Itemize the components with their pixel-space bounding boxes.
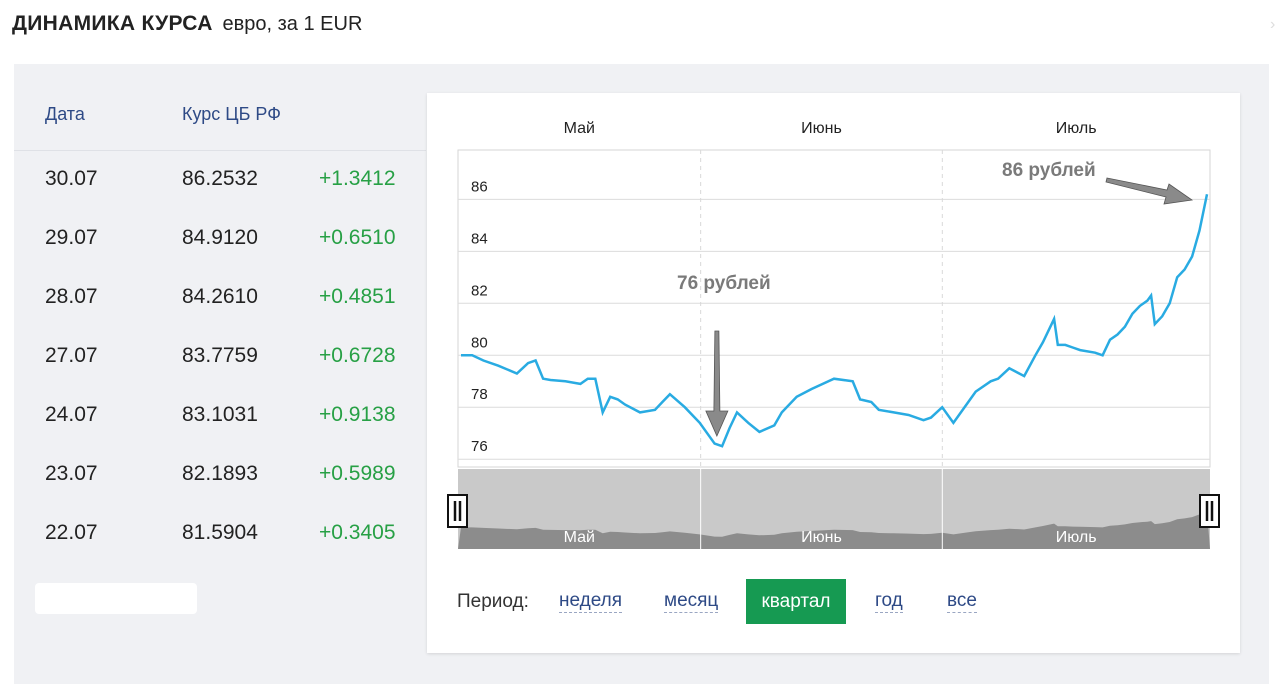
y-tick-label: 80 [471,334,488,351]
row-date: 24.07 [45,403,98,426]
rates-table: Дата Курс ЦБ РФ 30.07 86.2532 +1.3412 29… [14,64,426,684]
table-row: 30.07 86.2532 +1.3412 [14,151,426,210]
table-row: 22.07 81.5904 +0.3405 [14,505,426,564]
row-change: +0.6510 [319,226,396,249]
row-rate: 84.2610 [182,285,258,308]
row-date: 30.07 [45,167,98,190]
navigator-month-label: Июль [1056,529,1097,546]
month-labels: Май Июнь Июль [564,120,1097,137]
navigator-month-label: Май [564,529,595,546]
navigator-handle[interactable] [1199,494,1220,528]
row-rate: 86.2532 [182,167,258,190]
row-date: 28.07 [45,285,98,308]
row-date: 22.07 [45,521,98,544]
annotation-label: 86 рублей [1002,160,1096,181]
row-change: +0.9138 [319,403,396,426]
title-subtitle: евро, за 1 EUR [222,13,363,35]
month-label: Июль [1056,120,1097,137]
row-change: +0.4851 [319,285,396,308]
table-row: 23.07 82.1893 +0.5989 [14,446,426,505]
y-tick-label: 76 [471,438,488,455]
navigator: Май Июнь Июль [447,469,1220,549]
period-year[interactable]: год [875,591,903,613]
period-selector: Период: неделя месяц квартал год все [457,579,1217,625]
period-week[interactable]: неделя [559,591,623,613]
row-change: +0.6728 [319,344,396,367]
column-header-date: Дата [45,104,85,124]
navigator-handle[interactable] [447,494,468,528]
table-row: 27.07 83.7759 +0.6728 [14,328,426,387]
rate-chart: Май Июнь Июль 76 78 80 82 84 86 Май Июнь Июль 76 … [447,120,1220,549]
navigator-handle-box [1199,494,1220,528]
period-quarter-button[interactable]: квартал [746,579,846,624]
month-label: Май [564,120,595,137]
table-row: 24.07 83.1031 +0.9138 [14,387,426,446]
row-rate: 81.5904 [182,521,258,544]
show-more-button[interactable] [35,583,197,614]
period-all[interactable]: все [947,591,977,613]
row-change: +0.5989 [319,462,396,485]
period-month[interactable]: месяц [664,591,719,613]
table-row: 28.07 84.2610 +0.4851 [14,269,426,328]
navigator-handle-box [447,494,468,528]
row-change: +0.3405 [319,521,396,544]
row-rate: 83.7759 [182,344,258,367]
y-tick-label: 82 [471,282,488,299]
y-tick-label: 86 [471,178,488,195]
chart-card: Май Июнь Июль 76 78 80 82 84 86 Май Июнь Июль 76 … [427,93,1240,653]
row-change: +1.3412 [319,167,396,190]
navigator-month-label: Июнь [801,529,842,546]
row-date: 23.07 [45,462,98,485]
title-bold: ДИНАМИКА КУРСА [12,12,213,35]
month-label: Июнь [801,120,842,137]
y-tick-label: 78 [471,386,488,403]
row-date: 29.07 [45,226,98,249]
column-header-rate: Курс ЦБ РФ [182,104,281,124]
y-tick-label: 84 [471,230,488,247]
row-rate: 84.9120 [182,226,258,249]
row-rate: 82.1893 [182,462,258,485]
page-title: ДИНАМИКА КУРСА евро, за 1 EUR [12,12,362,36]
row-rate: 83.1031 [182,403,258,426]
period-label: Период: [457,591,529,612]
table-row: 29.07 84.9120 +0.6510 [14,210,426,269]
annotation-label: 76 рублей [677,273,771,294]
table-header: Дата Курс ЦБ РФ [14,64,426,151]
plot-area [457,149,1211,468]
rate-panel: Дата Курс ЦБ РФ 30.07 86.2532 +1.3412 29… [14,64,1269,684]
chevron-right-icon[interactable]: › [1270,16,1278,34]
row-date: 27.07 [45,344,98,367]
